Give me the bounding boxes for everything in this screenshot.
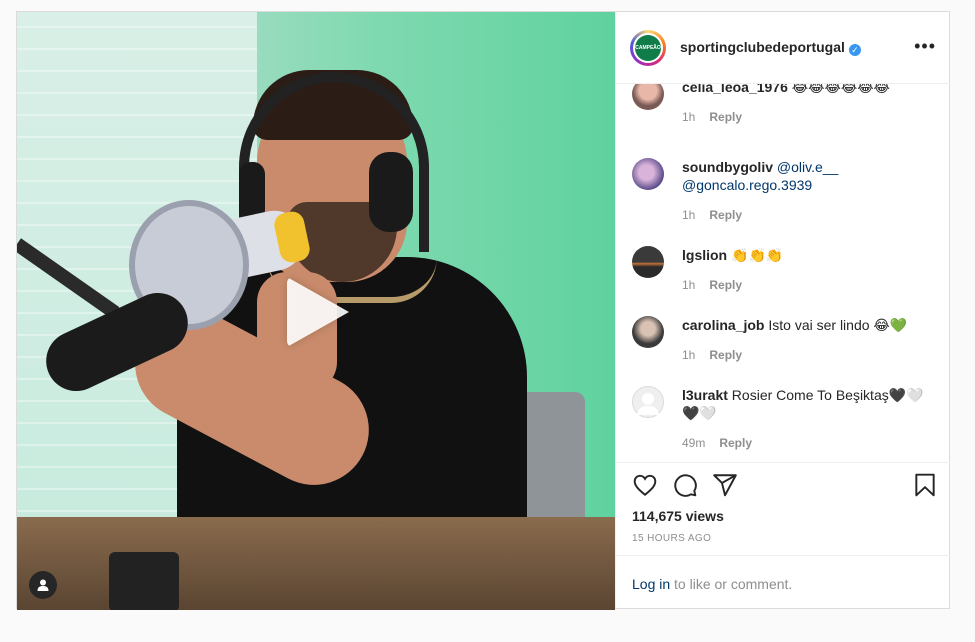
post-card: CAMPEÃO sportingclubedeportugal ✓ ••• cel… [16,11,950,610]
comment-time[interactable]: 49m [682,436,705,450]
comment-meta: 1h Reply [682,278,742,292]
bookmark-icon[interactable] [912,472,938,498]
commenter-avatar[interactable] [632,246,664,278]
default-avatar-icon [637,393,659,415]
commenter-avatar[interactable] [632,84,664,110]
login-prompt: Log in to like or comment. [632,576,792,592]
reply-button[interactable]: Reply [709,278,742,292]
cup [109,552,179,610]
account-name[interactable]: sportingclubedeportugal [680,39,845,55]
comment-icon[interactable] [672,472,698,498]
login-link[interactable]: Log in [632,576,670,592]
post-sidebar: CAMPEÃO sportingclubedeportugal ✓ ••• cel… [615,12,950,608]
comment-text: celia_leoa_1976 😂😂😂😂😂😂 [682,84,937,96]
reply-button[interactable]: Reply [709,110,742,124]
comment-meta: 1h Reply [682,110,742,124]
post-header: CAMPEÃO sportingclubedeportugal ✓ ••• [616,12,950,84]
verified-icon: ✓ [848,44,861,56]
comment-meta: 1h Reply [682,208,742,222]
comment-username[interactable]: carolina_job [682,317,764,333]
play-icon[interactable] [287,277,349,347]
account-avatar[interactable]: CAMPEÃO [630,30,666,66]
comment-username[interactable]: lgslion [682,247,727,263]
user-icon[interactable] [29,571,57,599]
account-name-row: sportingclubedeportugal ✓ [680,39,861,56]
comment-time[interactable]: 1h [682,208,695,222]
reply-button[interactable]: Reply [719,436,752,450]
view-count[interactable]: 114,675 views [632,508,724,524]
headphone-earcup [369,152,413,232]
comment-list[interactable]: celia_leoa_1976 😂😂😂😂😂😂 1h Reply soundbygo… [616,84,950,462]
post-timestamp[interactable]: 15 HOURS AGO [632,533,711,544]
share-icon[interactable] [712,472,738,498]
comment-meta: 49m Reply [682,436,752,450]
avatar-logo-text: CAMPEÃO [635,35,661,61]
commenter-avatar[interactable] [632,316,664,348]
login-suffix: to like or comment. [670,576,793,592]
table [17,517,615,610]
post-video[interactable] [17,12,615,610]
commenter-avatar[interactable] [632,158,664,190]
login-bar: Log in to like or comment. [616,555,950,609]
comment-body: Isto vai ser lindo 😂💚 [764,317,908,333]
comment-username[interactable]: l3urakt [682,387,728,403]
commenter-avatar[interactable] [632,386,664,418]
comment-text: soundbygoliv @oliv.e__ @goncalo.rego.3939 [682,158,937,194]
comment-time[interactable]: 1h [682,110,695,124]
reply-button[interactable]: Reply [709,208,742,222]
comment-username[interactable]: celia_leoa_1976 [682,84,788,95]
more-options-icon[interactable]: ••• [914,36,936,57]
comment-text: l3urakt Rosier Come To Beşiktaş🖤🤍🖤🤍 [682,386,937,422]
comment-meta: 1h Reply [682,348,742,362]
comment-time[interactable]: 1h [682,348,695,362]
comment-username[interactable]: soundbygoliv [682,159,773,175]
heart-icon[interactable] [632,472,658,498]
comment-mention[interactable]: @goncalo.rego.3939 [682,177,812,193]
comment-time[interactable]: 1h [682,278,695,292]
comment-mention[interactable]: @oliv.e__ [777,159,838,175]
reply-button[interactable]: Reply [709,348,742,362]
comment-text: carolina_job Isto vai ser lindo 😂💚 [682,316,937,334]
comment-text: lgslion 👏👏👏 [682,246,937,264]
comment-body: 😂😂😂😂😂😂 [787,84,890,95]
comment-body: 👏👏👏 [727,247,784,263]
